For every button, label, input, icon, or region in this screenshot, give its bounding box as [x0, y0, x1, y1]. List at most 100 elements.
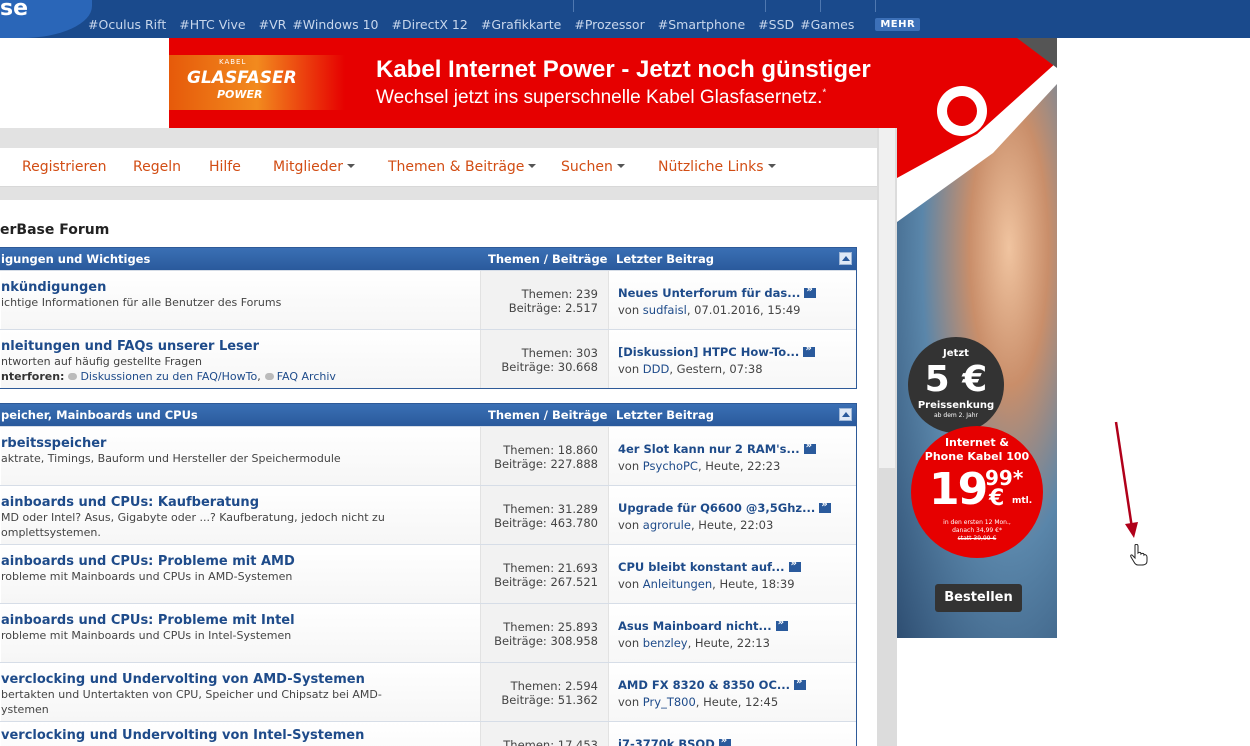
tag-link[interactable]: #Prozessor	[574, 17, 644, 32]
last-post: Neues Unterforum für das... von sudfaisl…	[609, 271, 856, 329]
post-count: Beiträge: 51.362	[501, 693, 598, 707]
vodafone-logo-icon	[937, 86, 987, 136]
category-name[interactable]: igungen und Wichtiges	[1, 252, 150, 266]
banner-ad-logo: KABEL GLASFASER POWER	[169, 55, 345, 110]
forum-title-link[interactable]: ainboards und CPUs: Probleme mit AMD	[1, 554, 295, 569]
category-name[interactable]: peicher, Mainboards und CPUs	[1, 408, 198, 422]
tag-link[interactable]: #VR	[259, 17, 287, 32]
divider	[573, 0, 574, 12]
go-to-post-icon[interactable]	[775, 617, 788, 631]
tag-link[interactable]: #Grafikkarte	[481, 17, 562, 32]
forum-stats: Themen: 17.453	[480, 722, 609, 746]
trending-tags: #Oculus Rift #HTC Vive #VR #Windows 10 #…	[88, 17, 921, 32]
user-link[interactable]: DDD	[643, 362, 670, 376]
tag-link[interactable]: #Oculus Rift	[88, 17, 166, 32]
user-link[interactable]: Pry_T800	[643, 695, 696, 709]
forum-row: ainboards und CPUs: Probleme mit Intel r…	[0, 603, 856, 662]
tag-link[interactable]: #SSD	[758, 17, 794, 32]
subforum-link[interactable]: FAQ Archiv	[277, 370, 336, 383]
discount-line: Preissenkung	[917, 400, 995, 411]
last-post-meta: von sudfaisl, 07.01.2016, 15:49	[618, 303, 801, 317]
subforum-link[interactable]: Diskussionen zu den FAQ/HowTo	[80, 370, 257, 383]
go-to-post-icon[interactable]	[788, 558, 801, 572]
forum-stats: Themen: 25.893 Beiträge: 308.958	[480, 604, 609, 662]
go-to-post-icon[interactable]	[803, 440, 816, 454]
forum-stats: Themen: 18.860 Beiträge: 227.888	[480, 427, 609, 485]
forum-description: robleme mit Mainboards und CPUs in Intel…	[1, 629, 292, 642]
forum-row: ainboards und CPUs: Probleme mit AMD rob…	[0, 544, 856, 603]
forum-title-link[interactable]: verclocking und Undervolting von Intel-S…	[1, 728, 364, 743]
last-post-link[interactable]: i7-3770k BSOD	[618, 735, 731, 746]
thread-count: Themen: 31.289	[503, 502, 598, 516]
tag-link[interactable]: #Games	[800, 17, 854, 32]
last-post-link[interactable]: CPU bleibt konstant auf...	[618, 558, 801, 574]
nav-useful-links[interactable]: Nützliche Links	[658, 159, 776, 175]
chevron-down-icon	[616, 164, 625, 168]
scrollbar-thumb[interactable]	[879, 128, 895, 468]
go-to-post-icon[interactable]	[794, 676, 806, 690]
tag-link[interactable]: #HTC Vive	[179, 17, 245, 32]
more-tags-button[interactable]: MEHR	[875, 18, 921, 31]
last-post-link[interactable]: [Diskussion] HTPC How-To...	[618, 343, 816, 359]
forum-title-link[interactable]: nkündigungen	[1, 280, 106, 295]
thread-count: Themen: 18.860	[503, 443, 598, 457]
forum-title-link[interactable]: verclocking und Undervolting von AMD-Sys…	[1, 672, 365, 687]
tag-link[interactable]: #DirectX 12	[391, 17, 467, 32]
user-link[interactable]: Anleitungen	[643, 577, 712, 591]
forum-row: ainboards und CPUs: Kaufberatung MD oder…	[0, 485, 856, 544]
column-header-last-post: Letzter Beitrag	[616, 252, 714, 266]
nav-search[interactable]: Suchen	[561, 159, 625, 175]
page-title: erBase Forum	[0, 222, 110, 238]
nav-members[interactable]: Mitglieder	[273, 159, 355, 175]
price-line: Phone Kabel 100	[924, 450, 1030, 463]
nav-threads-posts[interactable]: Themen & Beiträge	[388, 159, 537, 175]
forum-stats: Themen: 239 Beiträge: 2.517	[480, 271, 609, 329]
forum-title-link[interactable]: nleitungen und FAQs unserer Leser	[1, 339, 259, 354]
hand-pointer-icon	[1130, 544, 1148, 566]
tag-link[interactable]: #Windows 10	[292, 17, 378, 32]
post-count: Beiträge: 267.521	[494, 575, 598, 589]
user-link[interactable]: PsychoPC	[643, 459, 698, 473]
post-count: Beiträge: 227.888	[494, 457, 598, 471]
user-link[interactable]: sudfaisl	[643, 303, 687, 317]
thread-count: Themen: 303	[521, 346, 598, 360]
collapse-icon[interactable]	[839, 408, 852, 421]
last-post-link[interactable]: Upgrade für Q6600 @3,5Ghz...	[618, 499, 832, 515]
skyscraper-ad[interactable]: Jetzt 5 € Preissenkung ab dem 2. Jahr In…	[897, 38, 1057, 638]
forum-stats: Themen: 21.693 Beiträge: 267.521	[480, 545, 609, 603]
user-link[interactable]: agrorule	[643, 518, 691, 532]
collapse-icon[interactable]	[839, 252, 852, 265]
user-link[interactable]: benzley	[643, 636, 688, 650]
forum-description: ntworten auf häufig gestellte Fragen nter…	[1, 354, 421, 384]
order-button[interactable]: Bestellen	[935, 584, 1022, 612]
discount-amount: 5 €	[924, 359, 988, 400]
tag-link[interactable]: #Smartphone	[658, 17, 745, 32]
divider	[765, 0, 766, 12]
forum-row: rbeitsspeicher aktrate, Timings, Bauform…	[0, 426, 856, 485]
go-to-post-icon[interactable]	[718, 735, 731, 746]
nav-help[interactable]: Hilfe	[209, 159, 241, 175]
nav-rules[interactable]: Regeln	[133, 159, 181, 175]
forum-title-link[interactable]: rbeitsspeicher	[1, 436, 106, 451]
go-to-post-icon[interactable]	[804, 284, 817, 298]
go-to-post-icon[interactable]	[819, 499, 832, 513]
last-post-link[interactable]: AMD FX 8320 & 8350 OC...	[618, 676, 806, 692]
last-post-meta: von agrorule, Heute, 22:03	[618, 518, 774, 532]
last-post-link[interactable]: Neues Unterforum für das...	[618, 284, 817, 300]
banner-logo-small: KABEL	[219, 58, 247, 66]
column-header-threads: Themen / Beiträge	[488, 252, 608, 266]
forum-title-link[interactable]: ainboards und CPUs: Kaufberatung	[1, 495, 259, 510]
forum-title-link[interactable]: ainboards und CPUs: Probleme mit Intel	[1, 613, 295, 628]
forum-nav: Registrieren Regeln Hilfe Mitglieder The…	[0, 148, 877, 187]
subforum-links: nterforen: Diskussionen zu den FAQ/HowTo,…	[1, 370, 336, 383]
nav-register[interactable]: Registrieren	[22, 159, 106, 175]
banner-ad[interactable]: KABEL GLASFASER POWER Kabel Internet Pow…	[169, 38, 897, 128]
forum-description: bertakten und Untertakten von CPU, Speic…	[1, 688, 382, 716]
banner-headline: Kabel Internet Power - Jetzt noch günsti…	[376, 56, 871, 83]
banner-logo-main: GLASFASER	[187, 68, 297, 88]
go-to-post-icon[interactable]	[803, 343, 816, 357]
last-post-link[interactable]: 4er Slot kann nur 2 RAM's...	[618, 440, 816, 456]
last-post-link[interactable]: Asus Mainboard nicht...	[618, 617, 788, 633]
column-header-last-post: Letzter Beitrag	[616, 408, 714, 422]
banner-logo-sub: POWER	[217, 88, 263, 101]
